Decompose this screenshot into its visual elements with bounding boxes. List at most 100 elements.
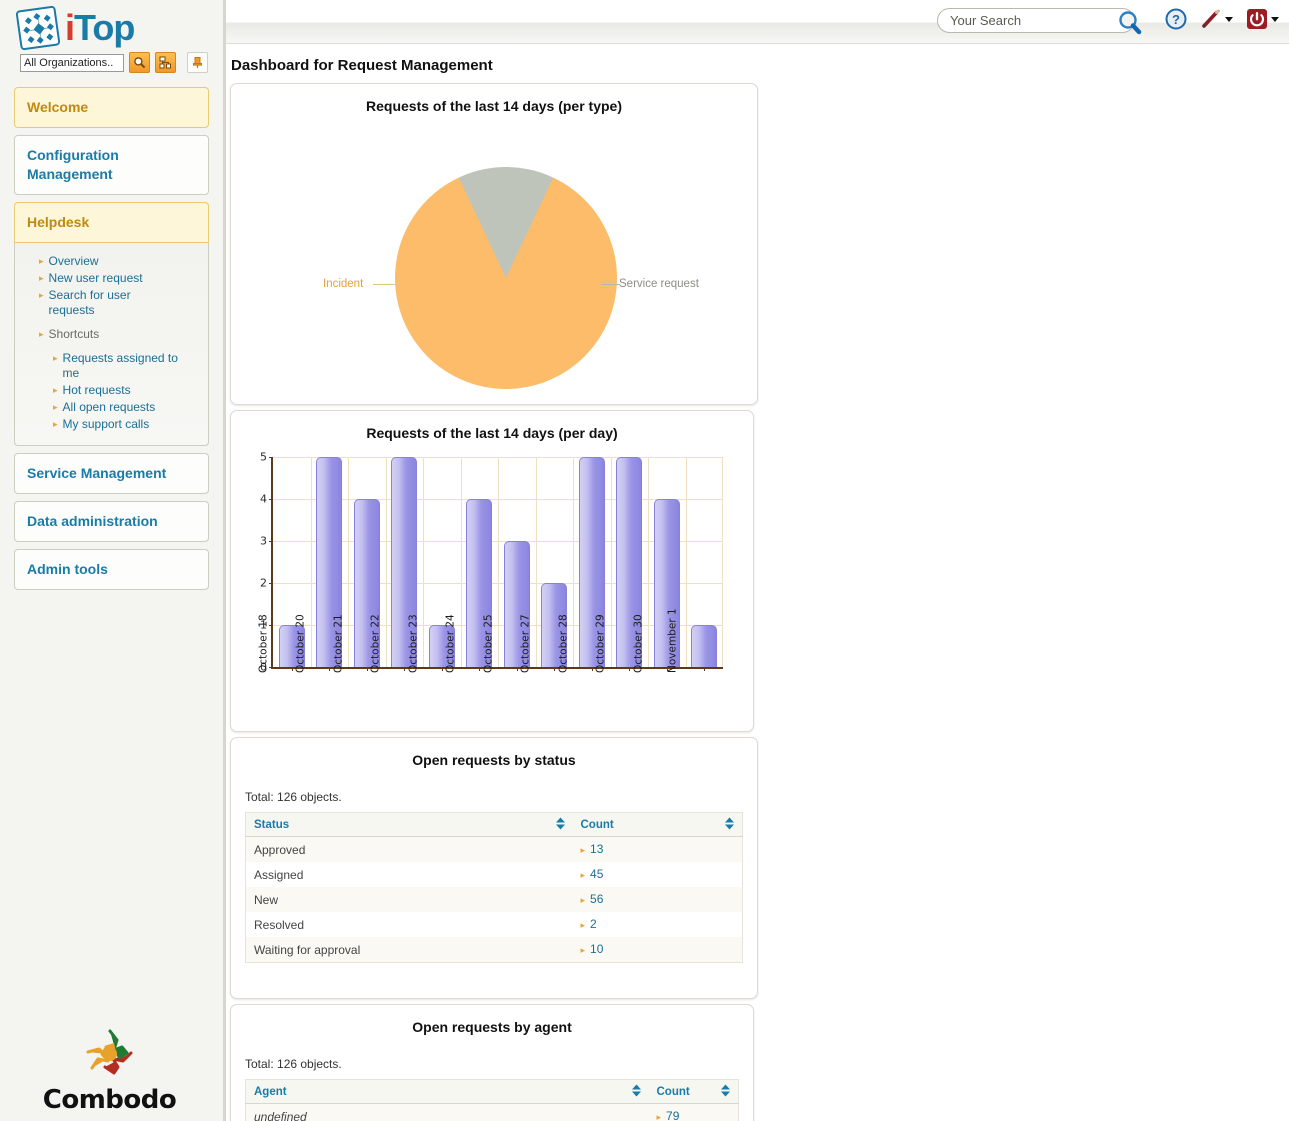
magnifier-icon <box>134 57 146 69</box>
table-row: Resolved ▸ 2 <box>246 912 743 937</box>
sidebar-item-data-administration[interactable]: Data administration <box>14 501 209 542</box>
column-header-agent[interactable]: Agent <box>245 1079 649 1104</box>
table-row: undefined ▸ 79 <box>245 1103 739 1121</box>
x-axis-tick-label: October 18 <box>257 614 270 673</box>
submenu-item-hot-requests[interactable]: ▸ Hot requests <box>27 382 198 399</box>
submenu-item-label: Hot requests <box>62 383 131 397</box>
x-axis-tick-mark <box>329 667 331 671</box>
row-count[interactable]: 45 <box>590 867 603 881</box>
x-axis-tick-mark <box>366 667 368 671</box>
x-axis-tick-label: November 1 <box>666 608 679 673</box>
bullet-arrow-icon: ▸ <box>53 385 58 395</box>
row-count[interactable]: 2 <box>590 917 597 931</box>
sort-icon[interactable] <box>555 817 565 832</box>
bullet-arrow-icon: ▸ <box>656 1112 662 1121</box>
row-count-cell[interactable]: ▸ 56 <box>572 887 743 912</box>
row-count-cell[interactable]: ▸ 45 <box>573 862 743 887</box>
submenu-item-label: All open requests <box>62 400 156 414</box>
row-count-cell[interactable]: ▸ 13 <box>572 836 743 862</box>
sidebar-item-helpdesk[interactable]: Helpdesk <box>14 202 209 243</box>
table-row: Waiting for approval ▸ 10 <box>245 937 743 963</box>
dashboard-grid: Requests of the last 14 days (per type) … <box>230 83 1285 1121</box>
column-header-status[interactable]: Status <box>245 812 573 837</box>
bar[interactable] <box>691 625 718 667</box>
column-label: Count <box>656 1086 690 1098</box>
x-axis-tick-mark <box>479 667 481 671</box>
help-button[interactable]: ? <box>1165 8 1187 30</box>
pin-sidebar-button[interactable] <box>187 52 208 73</box>
power-icon <box>1247 9 1267 29</box>
table-header-row: Status Count <box>245 812 743 837</box>
sort-icon[interactable] <box>631 1084 641 1099</box>
bullet-arrow-icon: ▸ <box>580 945 586 955</box>
pie-leader-line-service-request <box>602 284 620 285</box>
search-icon[interactable] <box>1115 9 1145 40</box>
sidebar-item-welcome[interactable]: Welcome <box>14 87 209 128</box>
sidebar-menu: Welcome Configuration Management Helpdes… <box>0 73 223 590</box>
sidebar-item-configuration-management[interactable]: Configuration Management <box>14 135 209 195</box>
submenu-item-search-for-user-requests[interactable]: ▸ Search for user requests <box>27 287 198 319</box>
row-count-cell[interactable]: ▸ 79 <box>648 1103 739 1121</box>
itop-network-logo-icon <box>15 5 61 51</box>
submenu-item-my-support-calls[interactable]: ▸ My support calls <box>27 416 198 433</box>
pie-label-service-request: Service request <box>619 278 699 290</box>
row-count[interactable]: 10 <box>590 942 603 956</box>
organization-select[interactable]: All Organizations.. <box>20 53 124 72</box>
sidebar-item-admin-tools[interactable]: Admin tools <box>14 549 209 590</box>
total-count-label: Total: 126 objects. <box>245 790 342 804</box>
submenu-item-shortcuts[interactable]: ▸ Shortcuts <box>27 326 198 343</box>
logout-menu-button[interactable] <box>1246 8 1279 30</box>
column-label: Count <box>580 819 614 831</box>
submenu-item-requests-assigned-to-me[interactable]: ▸ Requests assigned to me <box>27 350 198 382</box>
x-axis-tick-label: October 24 <box>444 614 457 673</box>
column-header-count[interactable]: Count <box>572 812 743 837</box>
submenu-item-label: Shortcuts <box>48 327 100 341</box>
edit-menu-button[interactable] <box>1200 8 1233 30</box>
sidebar-item-service-management[interactable]: Service Management <box>14 453 209 494</box>
gridline-vertical <box>460 457 462 667</box>
search-input[interactable] <box>937 8 1135 33</box>
row-count-cell[interactable]: ▸ 10 <box>572 937 743 963</box>
x-axis-tick-mark <box>704 667 706 671</box>
pencil-icon <box>1202 9 1220 28</box>
submenu-item-new-user-request[interactable]: ▸ New user request <box>27 270 198 287</box>
status-table-body: Approved ▸ 13 Assigned ▸ 45 New ▸ 56 Resolved ▸ 2 Wa… <box>245 836 743 963</box>
app-logo[interactable]: iTop <box>0 0 223 51</box>
row-count[interactable]: 56 <box>590 892 603 906</box>
panel-open-requests-by-status: Open requests by status Total: 126 objec… <box>230 737 758 999</box>
page-title: Dashboard for Request Management <box>231 57 493 74</box>
x-axis-tick-mark <box>291 667 293 671</box>
submenu-item-label: Search for user requests <box>48 288 131 317</box>
pie-leader-line-incident <box>373 284 399 285</box>
submenu-item-all-open-requests[interactable]: ▸ All open requests <box>27 399 198 416</box>
x-axis-tick-label: October 25 <box>482 614 495 673</box>
svg-text:?: ? <box>1172 12 1180 27</box>
row-count[interactable]: 79 <box>666 1109 679 1121</box>
x-axis-tick-label: October 27 <box>519 614 532 673</box>
submenu-item-overview[interactable]: ▸ Overview <box>27 253 198 270</box>
gridline-vertical <box>610 457 612 667</box>
gridline-vertical <box>648 457 649 667</box>
sort-icon[interactable] <box>725 817 734 832</box>
y-axis-tick-label: 3 <box>260 534 267 548</box>
sort-icon[interactable] <box>721 1084 730 1099</box>
dashboard-content: Requests of the last 14 days (per type) … <box>226 83 1289 1121</box>
submenu-item-label: Requests assigned to me <box>62 351 178 380</box>
panel-requests-per-day: Requests of the last 14 days (per day) 0… <box>230 410 754 732</box>
row-label-cell: undefined <box>245 1103 649 1121</box>
column-label: Agent <box>254 1086 287 1098</box>
pie-chart: Incident Service request <box>231 118 757 390</box>
column-header-count[interactable]: Count <box>648 1079 739 1104</box>
logo-text-i: i <box>65 7 75 48</box>
submenu-item-label: My support calls <box>62 417 150 431</box>
x-axis-tick-mark <box>629 667 631 671</box>
row-label-cell: Assigned <box>254 867 304 882</box>
organization-search-button[interactable] <box>129 52 150 73</box>
row-count-cell[interactable]: ▸ 2 <box>573 912 743 937</box>
gridline-vertical <box>310 457 312 667</box>
organization-hierarchy-button[interactable] <box>155 52 176 73</box>
agent-table: Agent Count undefined ▸ 79 <box>245 1079 739 1121</box>
row-count[interactable]: 13 <box>590 842 603 856</box>
x-axis-tick-mark <box>441 667 443 671</box>
x-axis-tick-mark <box>404 667 406 671</box>
